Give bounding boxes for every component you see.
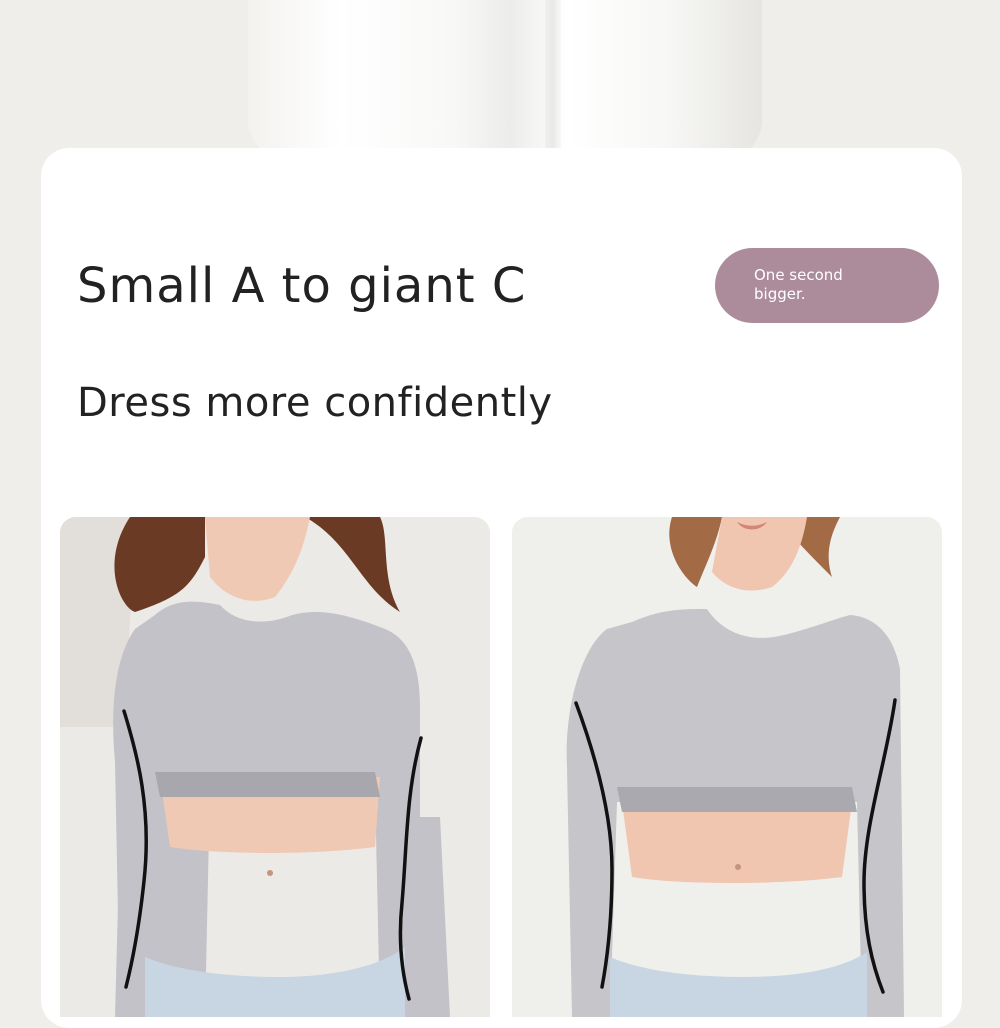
subheadline: Dress more confidently — [77, 380, 553, 426]
after-photo — [512, 517, 942, 1017]
badge-line-2: bigger. — [754, 285, 806, 303]
waistband — [155, 772, 380, 797]
after-photo-illustration — [512, 517, 942, 1017]
one-second-badge: One second bigger. — [715, 248, 939, 323]
navel — [735, 864, 741, 870]
before-photo-illustration — [60, 517, 490, 1017]
before-photo — [60, 517, 490, 1017]
garment-fold — [545, 0, 561, 148]
waist-skin — [622, 802, 852, 883]
navel — [267, 870, 273, 876]
headline: Small A to giant C — [77, 258, 527, 314]
waistband — [617, 787, 857, 812]
top-garment-image — [248, 0, 762, 160]
badge-line-1: One second — [754, 266, 843, 284]
